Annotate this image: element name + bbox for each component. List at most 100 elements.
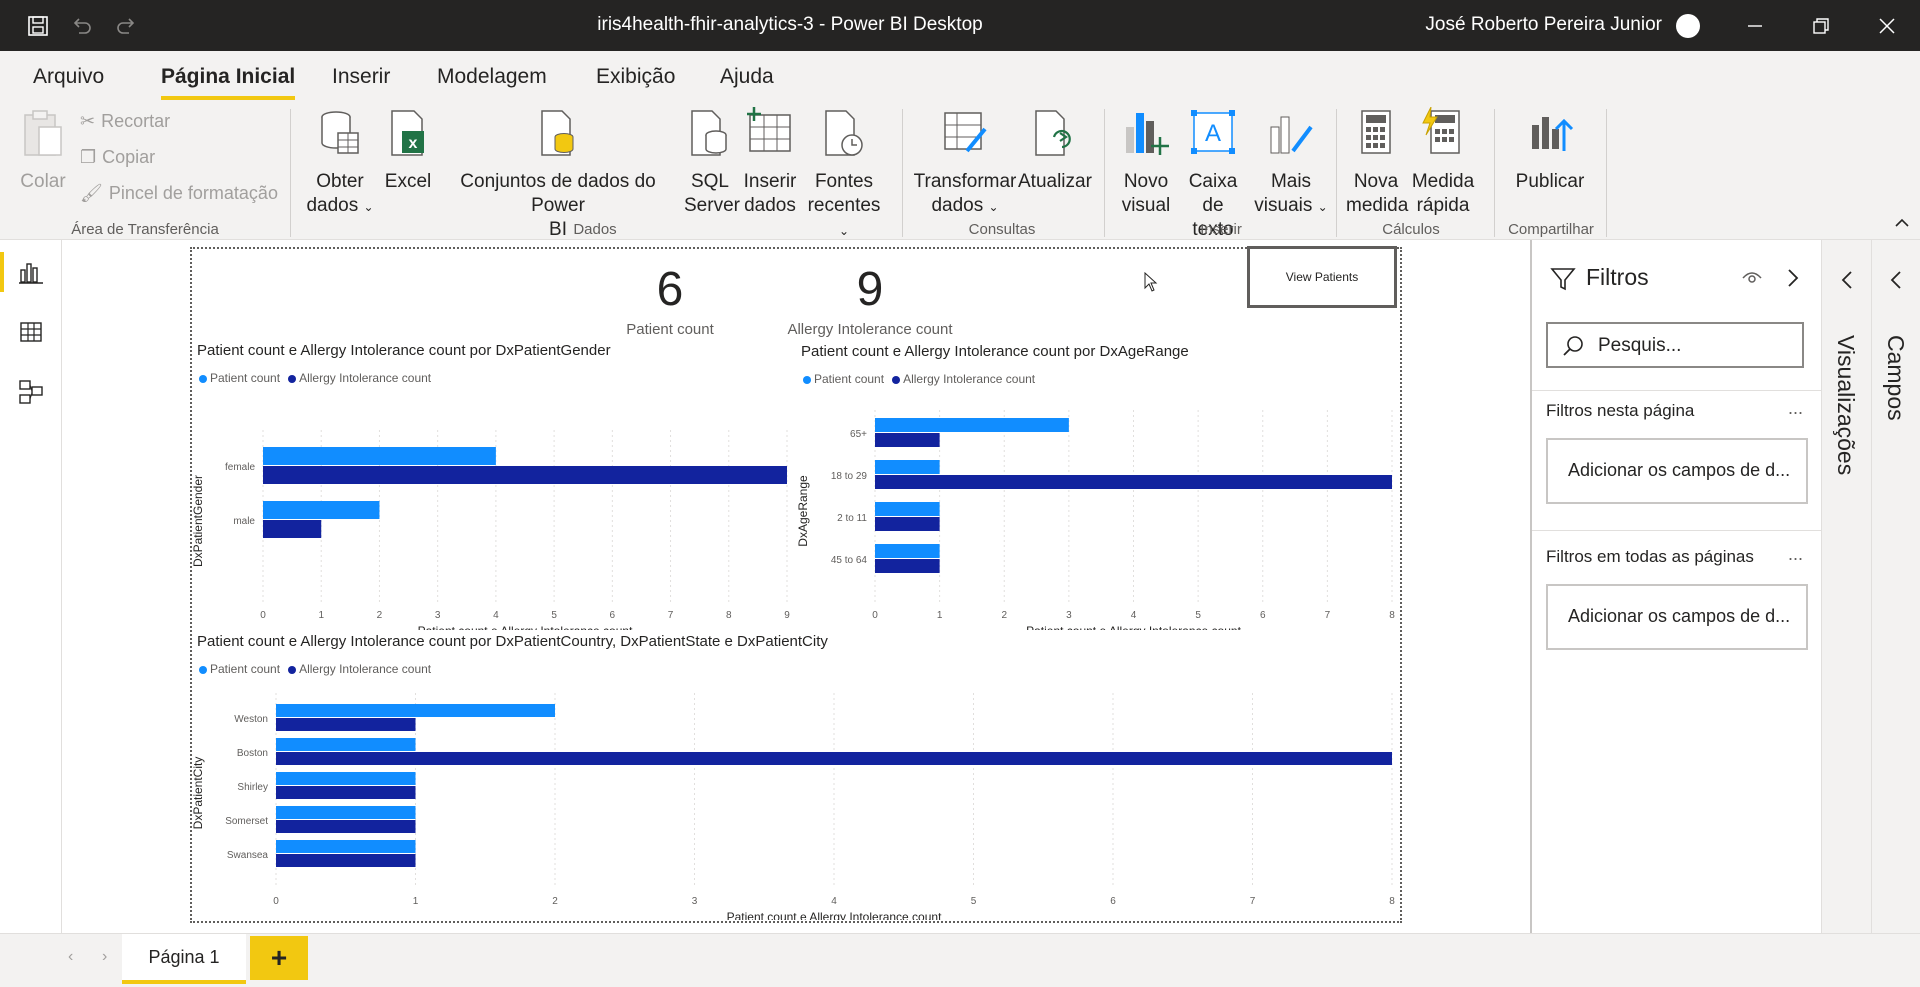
report-view-icon[interactable] — [0, 246, 62, 298]
chevron-right-icon[interactable] — [1786, 268, 1800, 293]
legend-item-patient[interactable]: Patient count — [803, 372, 884, 386]
recent-label-2: recentes — [807, 195, 881, 216]
x-tick-label: 3 — [1066, 610, 1072, 621]
enter-data-label-2: dados — [744, 195, 796, 216]
copy-button[interactable]: ❐ Copiar — [80, 147, 155, 168]
paste-label: Colar — [20, 171, 66, 192]
view-switcher — [0, 240, 62, 987]
bar-patient[interactable] — [276, 806, 416, 819]
sql-server-icon — [684, 107, 736, 166]
all-filters-more-icon[interactable]: ... — [1788, 544, 1803, 565]
data-view-icon[interactable] — [0, 306, 62, 358]
legend-item-patient[interactable]: Patient count — [199, 662, 280, 676]
chart-city[interactable]: 0 1 2 3 4 5 6 7 8 Weston Boston Shirley Somerset Swan… — [190, 690, 1402, 920]
chevron-up-icon[interactable] — [1894, 215, 1910, 233]
sql-server-button[interactable]: SQL Server — [684, 107, 740, 218]
add-page-button[interactable]: + — [250, 936, 308, 980]
bar-allergy[interactable] — [263, 466, 787, 484]
bar-allergy[interactable] — [263, 520, 322, 538]
tab-inserir[interactable]: Inserir — [332, 65, 390, 89]
legend-item-allergy[interactable]: Allergy Intolerance count — [892, 372, 1035, 386]
bar-patient[interactable] — [875, 502, 940, 516]
x-tick-label: 2 — [1001, 610, 1007, 621]
bar-allergy[interactable] — [875, 433, 940, 447]
fields-pane-tab[interactable]: Campos — [1882, 335, 1909, 421]
bar-allergy[interactable] — [276, 786, 416, 799]
transform-data-button[interactable]: Transformar dados ⌄ — [912, 107, 1018, 219]
chart-age-range[interactable]: 0 1 2 3 4 5 6 7 8 65+ 18 to 29 2 to 11 45 to 64 Patie… — [795, 390, 1402, 630]
bar-patient[interactable] — [875, 544, 940, 558]
bar-patient[interactable] — [263, 447, 496, 465]
bar-patient[interactable] — [276, 772, 416, 785]
get-data-button[interactable]: Obter dados ⌄ — [300, 107, 380, 219]
bar-patient[interactable] — [875, 418, 1069, 432]
all-filters-drop-zone[interactable]: Adicionar os campos de d... — [1546, 584, 1808, 650]
bar-allergy[interactable] — [276, 752, 1392, 765]
chevron-left-icon[interactable] — [1889, 270, 1903, 295]
bar-patient[interactable] — [276, 738, 416, 751]
legend-item-allergy[interactable]: Allergy Intolerance count — [288, 371, 431, 385]
calculator-icon — [1346, 107, 1406, 166]
paste-icon — [18, 107, 68, 166]
tab-arquivo[interactable]: Arquivo — [33, 65, 104, 89]
tab-exibicao[interactable]: Exibição — [596, 65, 675, 89]
bar-patient[interactable] — [276, 840, 416, 853]
restore-icon[interactable] — [1788, 0, 1854, 51]
bar-allergy[interactable] — [875, 559, 940, 573]
ribbon-tabs: Arquivo Página Inicial Inserir Modelagem… — [0, 51, 1920, 101]
visualizations-pane-tab[interactable]: Visualizações — [1832, 335, 1859, 475]
view-patients-button[interactable]: View Patients — [1247, 246, 1397, 308]
close-icon[interactable] — [1854, 0, 1920, 51]
legend-item-allergy[interactable]: Allergy Intolerance count — [288, 662, 431, 676]
transform-label-1: Transformar — [913, 171, 1017, 192]
chart-gender[interactable]: 0 1 2 3 4 5 6 7 8 9 female male Patient count e Alle… — [190, 390, 790, 630]
bar-patient[interactable] — [276, 704, 555, 717]
y-tick-label: 2 to 11 — [837, 513, 867, 524]
paste-button[interactable]: Colar — [18, 107, 68, 194]
bar-patient[interactable] — [875, 460, 940, 474]
chevron-down-icon: ⌄ — [1317, 200, 1328, 214]
tab-ajuda[interactable]: Ajuda — [720, 65, 774, 89]
x-tick-label: 9 — [784, 610, 790, 621]
avatar[interactable] — [1676, 14, 1700, 38]
eye-icon[interactable] — [1742, 270, 1762, 291]
publish-button[interactable]: Publicar — [1504, 107, 1596, 194]
page-filters-label: Filtros nesta página — [1546, 401, 1695, 420]
legend-item-patient[interactable]: Patient count — [199, 371, 280, 385]
quick-measure-button[interactable]: Medida rápida — [1410, 106, 1476, 218]
y-axis-title: DxPatientGender — [191, 475, 205, 567]
page-tab-1[interactable]: Página 1 — [122, 934, 246, 984]
model-view-icon[interactable] — [0, 366, 62, 418]
chevron-left-icon[interactable] — [1840, 270, 1854, 295]
datasets-label-1: Conjuntos de dados do Power — [460, 171, 656, 216]
more-visuals-button[interactable]: Mais visuais ⌄ — [1254, 107, 1328, 219]
new-measure-button[interactable]: Nova medida — [1346, 107, 1408, 218]
new-visual-button[interactable]: Novo visual — [1116, 107, 1176, 218]
enter-data-button[interactable]: Inserir dados — [740, 107, 800, 218]
minimize-icon[interactable] — [1722, 0, 1788, 51]
bar-allergy[interactable] — [276, 854, 416, 867]
bar-patient[interactable] — [263, 501, 380, 519]
excel-button[interactable]: x Excel — [384, 107, 432, 194]
tab-pagina-inicial[interactable]: Página Inicial — [161, 65, 296, 100]
next-page-icon[interactable]: › — [102, 948, 107, 966]
filters-search-input[interactable]: Pesquis... — [1546, 322, 1804, 368]
x-tick-label: 0 — [872, 610, 878, 621]
bar-allergy[interactable] — [875, 475, 1392, 489]
prev-page-icon[interactable]: ‹ — [68, 948, 73, 966]
svg-text:x: x — [409, 135, 418, 152]
bar-allergy[interactable] — [875, 517, 940, 531]
refresh-button[interactable]: Atualizar — [1018, 107, 1092, 194]
bar-allergy[interactable] — [276, 718, 416, 731]
legend-patient-label: Patient count — [210, 662, 281, 676]
format-painter-button[interactable]: 🖌 Pincel de formatação — [80, 183, 278, 204]
tab-modelagem[interactable]: Modelagem — [437, 65, 547, 89]
group-calculations-label: Cálculos — [1382, 221, 1440, 238]
quick-measure-label-1: Medida — [1411, 171, 1475, 192]
cut-button[interactable]: ✂ Recortar — [80, 111, 170, 132]
y-tick-label: Boston — [237, 748, 268, 759]
page-filters-more-icon[interactable]: ... — [1788, 398, 1803, 419]
bar-allergy[interactable] — [276, 820, 416, 833]
user-name[interactable]: José Roberto Pereira Junior — [1425, 14, 1662, 36]
page-filters-drop-zone[interactable]: Adicionar os campos de d... — [1546, 438, 1808, 504]
